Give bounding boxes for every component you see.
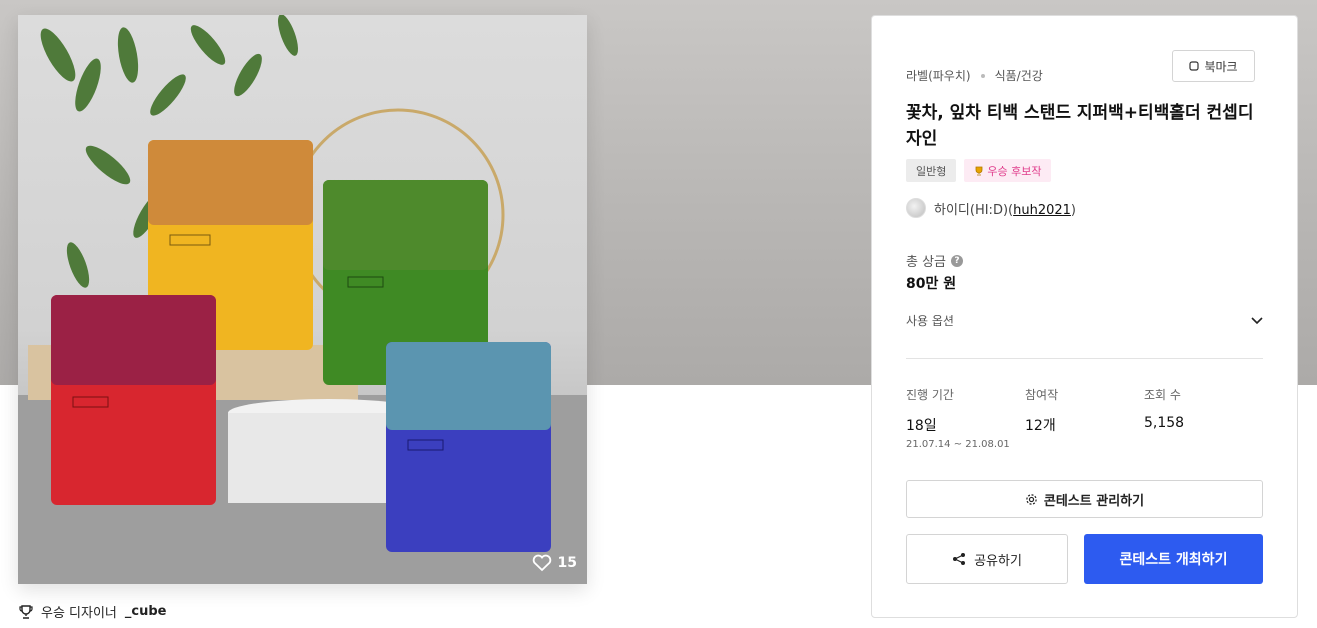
trophy-icon xyxy=(19,604,33,619)
contest-info-panel: 라벨(파우치) 식품/건강 북마크 꽃차, 잎차 티백 스탠드 지퍼백+티백홀더… xyxy=(871,15,1298,618)
host-info: 하이디(HI:D)(huh2021) xyxy=(906,198,1076,218)
winner-name[interactable]: _cube xyxy=(125,604,167,619)
divider xyxy=(906,358,1263,359)
views-label: 조회 수 xyxy=(1144,388,1181,402)
red-pouch xyxy=(51,295,216,505)
stat-period: 진행 기간 18일 21.07.14 ~ 21.08.01 xyxy=(906,386,1010,450)
share-label: 공유하기 xyxy=(974,553,1022,569)
separator-dot xyxy=(980,73,985,78)
period-value: 18일 xyxy=(906,418,937,434)
avatar[interactable] xyxy=(906,198,926,218)
winning-designer: 우승 디자이너 _cube xyxy=(19,602,167,621)
type-badge: 일반형 xyxy=(906,159,957,182)
bookmark-icon xyxy=(1189,61,1200,71)
stat-entries: 참여작 12개 xyxy=(1025,386,1058,435)
candidate-label: 우승 후보작 xyxy=(987,164,1042,178)
usage-label: 사용 옵션 xyxy=(906,314,954,328)
prize-label: 총 상금 ? xyxy=(906,251,964,270)
breadcrumb: 라벨(파우치) 식품/건강 xyxy=(906,67,1043,84)
usage-options-toggle[interactable]: 사용 옵션 xyxy=(906,312,1263,329)
prize-value: 80만 원 xyxy=(906,276,957,292)
stat-views: 조회 수 5,158 xyxy=(1144,386,1184,431)
bookmark-label: 북마크 xyxy=(1204,59,1238,74)
bookmark-button[interactable]: 북마크 xyxy=(1172,50,1255,82)
host-id-link[interactable]: huh2021 xyxy=(1013,203,1071,218)
host-name: 하이디(HI:D) xyxy=(934,202,1009,218)
winner-label: 우승 디자이너 xyxy=(41,606,117,621)
subcategory-label[interactable]: 식품/건강 xyxy=(995,67,1043,84)
contest-title: 꽃차, 잎차 티백 스탠드 지퍼백+티백홀더 컨셉디자인 xyxy=(906,103,1254,149)
like-count: 15 xyxy=(557,555,577,571)
heart-icon xyxy=(532,554,551,572)
gear-icon xyxy=(1026,493,1037,505)
period-range: 21.07.14 ~ 21.08.01 xyxy=(906,439,1010,450)
help-icon[interactable]: ? xyxy=(951,254,964,267)
entries-value: 12개 xyxy=(1025,418,1056,434)
host-id-close: ) xyxy=(1070,202,1076,218)
entries-label: 참여작 xyxy=(1025,388,1059,402)
blue-pouch xyxy=(386,342,551,552)
share-icon xyxy=(953,553,966,565)
category-label[interactable]: 라벨(파우치) xyxy=(906,67,971,84)
prize-label-text: 총 상금 xyxy=(906,255,947,270)
chevron-down-icon xyxy=(1251,316,1263,324)
views-value: 5,158 xyxy=(1144,415,1185,431)
host-contest-button[interactable]: 콘테스트 개최하기 xyxy=(1084,534,1263,584)
manage-label: 콘테스트 관리하기 xyxy=(1043,493,1145,509)
candidate-badge: 우승 후보작 xyxy=(964,159,1052,182)
trophy-icon xyxy=(975,166,983,175)
period-label: 진행 기간 xyxy=(906,388,954,402)
contest-main-image[interactable]: 15 xyxy=(18,15,587,584)
like-counter[interactable]: 15 xyxy=(532,554,577,572)
share-button[interactable]: 공유하기 xyxy=(906,534,1068,584)
manage-contest-button[interactable]: 콘테스트 관리하기 xyxy=(906,480,1263,518)
product-scene xyxy=(18,15,587,584)
contest-tags: 일반형 우승 후보작 xyxy=(906,159,1052,182)
